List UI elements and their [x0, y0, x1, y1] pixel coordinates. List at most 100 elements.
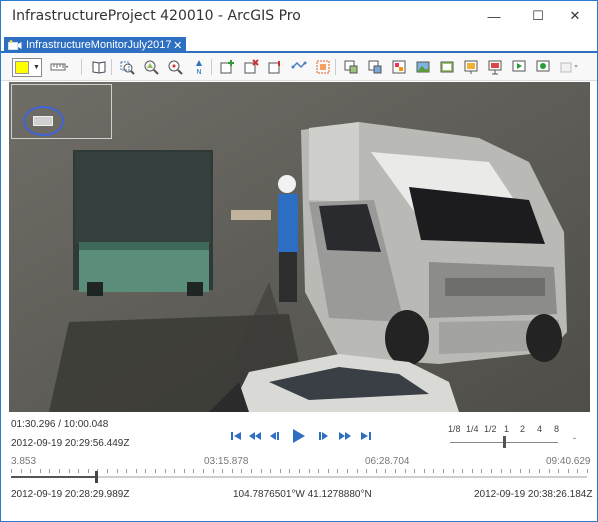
- timeline-tick-mark: [318, 469, 320, 473]
- timeline-tick-1: 03:15.878: [204, 456, 249, 467]
- step-forward-button[interactable]: [319, 429, 329, 443]
- tab-label: InfrastructureMonitorJuly2017: [26, 39, 172, 51]
- speed-label-1-2[interactable]: 1/2: [484, 424, 497, 434]
- measure-button[interactable]: [49, 57, 69, 77]
- zoom-to-frame-icon: [120, 61, 135, 75]
- minimize-button[interactable]: —: [472, 1, 516, 31]
- fast-backward-button[interactable]: [249, 429, 261, 443]
- toolbar-separator: [211, 59, 212, 75]
- speed-label-8[interactable]: 8: [554, 424, 559, 434]
- timeline-tick-mark: [279, 469, 281, 473]
- export-center-icon: [368, 60, 382, 74]
- export-center-button[interactable]: [365, 57, 385, 77]
- create-image-button[interactable]: [389, 57, 409, 77]
- capture-bookmark-button[interactable]: [437, 57, 457, 77]
- zoom-to-center-button[interactable]: [165, 57, 185, 77]
- timeline-tick-mark: [471, 469, 473, 473]
- close-icon: ✕: [569, 8, 581, 23]
- speed-label-4[interactable]: 4: [537, 424, 542, 434]
- color-picker-button[interactable]: ▼: [12, 58, 42, 77]
- video-player-frame[interactable]: [9, 82, 590, 412]
- timeline-tick-mark: [78, 469, 80, 473]
- create-video-button[interactable]: [413, 57, 433, 77]
- tab-close-icon[interactable]: ✕: [172, 39, 184, 52]
- export-footprint-button[interactable]: [341, 57, 361, 77]
- timeline-tick-mark: [222, 469, 224, 473]
- north-up-button[interactable]: N: [189, 57, 209, 77]
- speed-slider-thumb[interactable]: [503, 436, 506, 448]
- timeline-tick-mark: [20, 469, 22, 473]
- timeline-tick-mark: [414, 469, 416, 473]
- more-options-button[interactable]: [559, 57, 579, 77]
- go-to-end-button[interactable]: [361, 429, 371, 443]
- track-feature-button[interactable]: [265, 57, 285, 77]
- zoom-to-frame-button[interactable]: [117, 57, 137, 77]
- export-frame-button[interactable]: [313, 57, 333, 77]
- timeline-tick-mark: [375, 469, 377, 473]
- export-clip-button[interactable]: [509, 57, 529, 77]
- timeline-tick-mark: [193, 469, 195, 473]
- chevron-down-icon: ▼: [33, 64, 40, 71]
- play-button[interactable]: [293, 427, 305, 445]
- go-to-end-icon: [361, 432, 371, 440]
- end-datetime: 2012-09-19 20:38:26.184Z: [474, 489, 593, 500]
- toolbar-separator: [335, 59, 336, 75]
- speed-more-label[interactable]: -: [573, 433, 576, 443]
- zoom-to-footprint-button[interactable]: [141, 57, 161, 77]
- speed-label-1-4[interactable]: 1/4: [466, 424, 479, 434]
- bookmark-button[interactable]: [89, 57, 109, 77]
- timeline-tick-mark: [395, 469, 396, 473]
- timeline-tick-mark: [385, 469, 387, 473]
- timeline-tick-mark: [558, 469, 560, 473]
- add-feature-button[interactable]: [217, 57, 237, 77]
- timeline-tick-mark: [59, 469, 60, 473]
- north-up-icon: N: [196, 60, 202, 75]
- capture-area-icon: [291, 61, 307, 69]
- tab-infrastructure-monitor[interactable]: InfrastructureMonitorJuly2017 ✕: [4, 37, 186, 53]
- timeline-tick-start: 3.853: [11, 456, 37, 467]
- step-backward-button[interactable]: [269, 429, 279, 443]
- fast-backward-icon: [249, 432, 261, 440]
- close-button[interactable]: ✕: [553, 1, 597, 31]
- timeline-tick-mark: [49, 469, 51, 473]
- timeline-tick-mark: [203, 469, 204, 473]
- timeline-tick-mark: [423, 469, 425, 473]
- timeline-tick-mark: [327, 469, 329, 473]
- play-icon: [293, 429, 305, 443]
- export-frame-icon: [316, 60, 330, 74]
- timeline-tick-mark: [567, 469, 569, 473]
- timeline-tick-end: 09:40.629: [546, 456, 591, 467]
- timeline-tick-mark: [145, 469, 147, 473]
- fast-forward-icon: [339, 432, 351, 440]
- delete-feature-button[interactable]: [241, 57, 261, 77]
- step-backward-icon: [270, 432, 279, 440]
- step-forward-icon: [319, 432, 328, 440]
- timeline-tick-mark: [11, 469, 12, 473]
- export-video-button[interactable]: [485, 57, 505, 77]
- timeline-tick-mark: [548, 469, 550, 473]
- go-to-start-icon: [231, 432, 241, 440]
- timeline-tick-mark: [500, 469, 502, 473]
- fast-forward-button[interactable]: [339, 429, 351, 443]
- timeline-tick-mark: [107, 469, 108, 473]
- capture-area-button[interactable]: [289, 57, 309, 77]
- speed-label-2[interactable]: 2: [520, 424, 525, 434]
- speed-label-1-8[interactable]: 1/8: [448, 424, 461, 434]
- timeline-tick-mark: [491, 469, 492, 473]
- timeline-tick-mark: [231, 469, 233, 473]
- overview-map[interactable]: [11, 84, 112, 139]
- go-to-start-button[interactable]: [231, 429, 241, 443]
- timeline-tick-mark: [212, 469, 214, 473]
- timeline-tick-mark: [308, 469, 310, 473]
- start-datetime: 2012-09-19 20:28:29.989Z: [11, 489, 130, 500]
- export-clip-icon: [512, 60, 526, 72]
- speed-label-1[interactable]: 1: [504, 424, 509, 434]
- timeline-tick-mark: [404, 469, 406, 473]
- timeline-thumb[interactable]: [95, 471, 98, 483]
- timeline-tick-mark: [126, 469, 128, 473]
- create-frame-button[interactable]: [461, 57, 481, 77]
- record-button[interactable]: [533, 57, 553, 77]
- timeline-tick-mark: [299, 469, 300, 473]
- timeline-tick-mark: [366, 469, 368, 473]
- timeline-tick-mark: [241, 469, 243, 473]
